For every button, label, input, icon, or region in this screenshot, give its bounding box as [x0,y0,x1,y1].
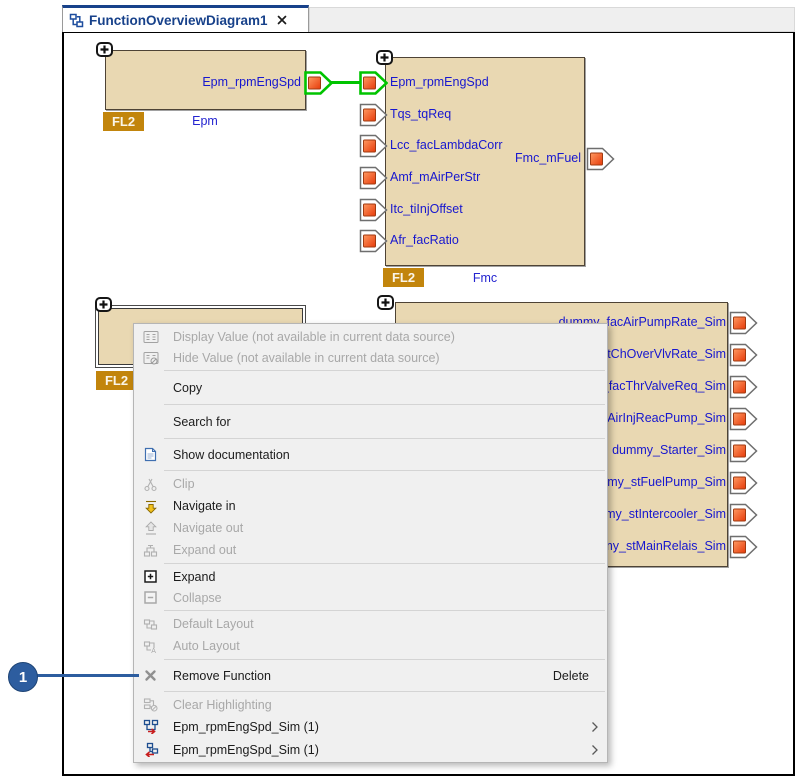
collapse-icon [142,591,159,604]
expand-button-selected-block[interactable] [95,297,112,312]
callout-line [37,674,139,677]
signal-label: Fmc_mFuel [380,151,581,165]
auto-layout-icon: A [142,639,159,654]
display-value-icon [142,330,159,344]
menu-shortcut: Delete [553,669,589,683]
menu-item-expand-out: Expand out [134,539,607,561]
menu-item-clip: Clip [134,473,607,495]
menu-separator [164,691,605,692]
input-port-amf-mairperstr[interactable] [359,166,388,190]
expand-icon [142,570,159,583]
remove-icon [142,669,159,682]
menu-item-label: Default Layout [173,617,254,631]
output-port-fmc-mfuel[interactable] [586,147,615,171]
menu-item-copy[interactable]: Copy [134,373,607,402]
sim-readers-icon [142,742,159,757]
menu-item-label: Hide Value (not available in current dat… [173,351,440,365]
tab-title: FunctionOverviewDiagram1 [89,13,268,28]
signal-label: Epm_rpmEngSpd [105,75,301,89]
menu-item-navigate-out: Navigate out [134,517,607,539]
expand-button-epm[interactable] [96,42,113,57]
menu-item-show-documentation[interactable]: Show documentation [134,441,607,468]
menu-item-label: Copy [173,381,202,395]
menu-separator [164,610,605,611]
tab-bar [309,7,795,32]
input-port-epm-rpmengspd[interactable] [359,71,388,95]
menu-separator [164,438,605,439]
output-port-dummy-stintercooler-sim[interactable] [729,503,758,527]
menu-separator [164,470,605,471]
menu-item-label: Epm_rpmEngSpd_Sim (1) [173,743,319,757]
menu-item-label: Expand [173,570,215,584]
menu-item-label: Remove Function [173,669,271,683]
output-port-dummy-facairpumprate-sim[interactable] [729,311,758,335]
menu-item-remove-function[interactable]: Remove Function Delete [134,662,607,689]
output-port-dummy-starter-sim[interactable] [729,439,758,463]
menu-item-label: Collapse [173,591,222,605]
submenu-chevron-icon [591,744,599,756]
hide-value-icon [142,351,159,365]
menu-separator [164,563,605,564]
connection-epm-fmc[interactable] [330,81,362,84]
menu-item-label: Auto Layout [173,639,240,653]
menu-separator [164,404,605,405]
menu-item-search-for[interactable]: Search for [134,407,607,436]
tab-function-overview-diagram[interactable]: FunctionOverviewDiagram1 [62,5,309,32]
expand-button-dummy-block[interactable] [377,295,394,310]
menu-item-default-layout: Default Layout [134,613,607,635]
menu-item-clear-highlighting: Clear Highlighting [134,694,607,715]
menu-item-label: Epm_rpmEngSpd_Sim (1) [173,720,319,734]
output-port-epm-rpmengspd[interactable] [304,71,333,95]
svg-text:A: A [151,647,156,653]
output-port-dummy-facthrvalvereq-sim[interactable] [729,375,758,399]
output-port-dummy-stfuelpump-sim[interactable] [729,471,758,495]
default-layout-icon [142,617,159,632]
menu-item-collapse: Collapse [134,587,607,608]
menu-separator [164,370,605,371]
output-port-dummy-stairinjreacpump-sim[interactable] [729,407,758,431]
menu-item-navigate-in[interactable]: Navigate in [134,495,607,517]
level-badge-selected-block: FL2 [96,371,137,390]
input-port-itc-tiinjoffset[interactable] [359,198,388,222]
navigate-in-icon [142,499,159,514]
clip-icon [142,477,159,492]
close-icon[interactable] [277,15,287,25]
diagram-editor-window: FunctionOverviewDiagram1 Epm_rpmEngSpd F… [0,0,800,778]
diagram-icon [69,13,84,28]
menu-item-label: Expand out [173,543,236,557]
output-port-dummy-stmainrelais-sim[interactable] [729,535,758,559]
context-menu: Display Value (not available in current … [133,323,608,763]
input-port-tqs-tqreq[interactable] [359,103,388,127]
menu-item-label: Navigate in [173,499,236,513]
menu-item-label: Search for [173,415,231,429]
menu-item-label: Show documentation [173,448,290,462]
menu-item-hide-value: Hide Value (not available in current dat… [134,347,607,368]
menu-separator [164,659,605,660]
callout-1: 1 [8,662,38,692]
menu-item-label: Navigate out [173,521,243,535]
input-port-afr-facratio[interactable] [359,229,388,253]
block-name-epm: Epm [105,114,305,128]
expand-out-icon [142,543,159,558]
expand-button-fmc[interactable] [376,50,393,65]
clear-highlighting-icon [142,697,159,712]
menu-item-auto-layout: A Auto Layout [134,635,607,657]
submenu-chevron-icon [591,721,599,733]
menu-item-label: Clear Highlighting [173,698,272,712]
menu-item-sim-usage-2[interactable]: Epm_rpmEngSpd_Sim (1) [134,738,607,761]
navigate-out-icon [142,521,159,536]
menu-item-sim-usage-1[interactable]: Epm_rpmEngSpd_Sim (1) [134,715,607,738]
menu-item-expand[interactable]: Expand [134,566,607,587]
menu-item-display-value: Display Value (not available in current … [134,326,607,347]
menu-item-label: Clip [173,477,195,491]
sim-writers-icon [142,719,159,734]
block-name-fmc: Fmc [385,271,585,285]
output-port-dummy-stchovervlvrate-sim[interactable] [729,343,758,367]
input-port-lcc-faclambdacorr[interactable] [359,134,388,158]
show-documentation-icon [142,447,159,462]
menu-item-label: Display Value (not available in current … [173,330,455,344]
